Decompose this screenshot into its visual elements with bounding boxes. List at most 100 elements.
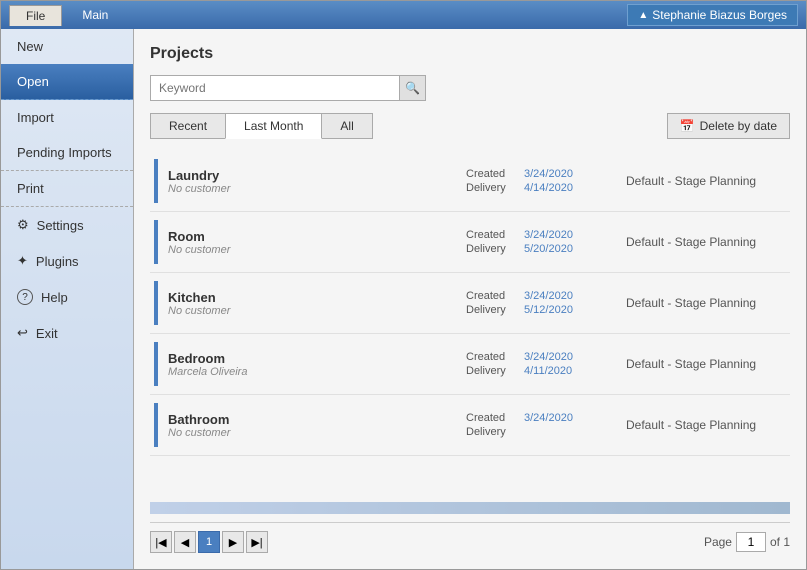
content-area: Projects 🔍 Recent Last Month All 📅 Delet… (134, 29, 806, 569)
prev-page-button[interactable]: ◀ (174, 531, 196, 553)
delivery-row: Delivery (466, 426, 606, 438)
table-row[interactable]: Kitchen No customer Created 3/24/2020 De… (150, 273, 790, 334)
created-date: 3/24/2020 (524, 229, 573, 241)
page-label: Page (704, 535, 732, 549)
help-icon: ? (17, 289, 33, 305)
project-accent-bar (154, 159, 158, 203)
title-tabs: File Main (9, 5, 124, 26)
tabs-row: Recent Last Month All 📅 Delete by date (150, 113, 790, 139)
project-accent-bar (154, 281, 158, 325)
project-dates: Created 3/24/2020 Delivery 5/12/2020 (466, 290, 606, 316)
open-label: Open (17, 74, 49, 89)
horizontal-scrollbar[interactable] (150, 502, 790, 514)
sidebar-item-new[interactable]: New (1, 29, 133, 64)
project-name: Kitchen (168, 290, 466, 305)
page-number-input[interactable] (736, 532, 766, 552)
sidebar-item-pending-imports[interactable]: Pending Imports (1, 135, 133, 171)
project-customer: Marcela Oliveira (168, 366, 466, 378)
created-row: Created 3/24/2020 (466, 412, 606, 424)
delivery-row: Delivery 4/14/2020 (466, 182, 606, 194)
search-button[interactable]: 🔍 (400, 75, 426, 101)
calendar-icon: 📅 (680, 119, 695, 133)
table-row[interactable]: Laundry No customer Created 3/24/2020 De… (150, 151, 790, 212)
pagination-controls: |◀ ◀ 1 ▶ ▶| (150, 531, 268, 553)
user-info: ▲ Stephanie Biazus Borges (627, 4, 798, 26)
help-label: Help (41, 290, 68, 305)
delivery-label: Delivery (466, 365, 516, 377)
project-name: Laundry (168, 168, 466, 183)
delivery-label: Delivery (466, 426, 516, 438)
sidebar: New Open Import Pending Imports Print ⚙ … (1, 29, 134, 569)
project-stage: Default - Stage Planning (626, 357, 786, 371)
file-tab[interactable]: File (9, 5, 62, 26)
settings-icon: ⚙ (17, 217, 29, 233)
project-accent-bar (154, 220, 158, 264)
delivery-date: 5/12/2020 (524, 304, 573, 316)
exit-icon: ↩ (17, 325, 28, 341)
search-bar: 🔍 (150, 75, 790, 101)
created-label: Created (466, 412, 516, 424)
created-row: Created 3/24/2020 (466, 290, 606, 302)
created-row: Created 3/24/2020 (466, 229, 606, 241)
sidebar-item-open[interactable]: Open (1, 64, 133, 100)
title-bar: File Main ▲ Stephanie Biazus Borges (1, 1, 806, 29)
created-label: Created (466, 229, 516, 241)
new-label: New (17, 39, 43, 54)
page-title: Projects (150, 45, 790, 63)
settings-label: Settings (37, 218, 84, 233)
created-date: 3/24/2020 (524, 351, 573, 363)
tab-recent[interactable]: Recent (150, 113, 225, 139)
search-input[interactable] (150, 75, 400, 101)
project-info: Kitchen No customer (168, 290, 466, 317)
project-stage: Default - Stage Planning (626, 296, 786, 310)
project-info: Laundry No customer (168, 168, 466, 195)
sidebar-item-help[interactable]: ? Help (1, 279, 133, 315)
delivery-row: Delivery 5/12/2020 (466, 304, 606, 316)
delivery-label: Delivery (466, 243, 516, 255)
main-tab[interactable]: Main (66, 5, 124, 26)
project-info: Bathroom No customer (168, 412, 466, 439)
pending-imports-label: Pending Imports (17, 145, 112, 160)
delivery-row: Delivery 5/20/2020 (466, 243, 606, 255)
sidebar-item-import[interactable]: Import (1, 100, 133, 135)
project-stage: Default - Stage Planning (626, 235, 786, 249)
project-customer: No customer (168, 305, 466, 317)
created-date: 3/24/2020 (524, 290, 573, 302)
delivery-date: 4/14/2020 (524, 182, 573, 194)
project-accent-bar (154, 342, 158, 386)
delete-by-date-button[interactable]: 📅 Delete by date (667, 113, 790, 139)
project-accent-bar (154, 403, 158, 447)
search-icon: 🔍 (405, 81, 420, 95)
first-page-button[interactable]: |◀ (150, 531, 172, 553)
pagination-info: Page of 1 (704, 532, 790, 552)
sidebar-item-exit[interactable]: ↩ Exit (1, 315, 133, 351)
table-row[interactable]: Room No customer Created 3/24/2020 Deliv… (150, 212, 790, 273)
import-label: Import (17, 110, 54, 125)
tab-last-month[interactable]: Last Month (225, 113, 322, 139)
tab-all[interactable]: All (322, 113, 372, 139)
project-info: Room No customer (168, 229, 466, 256)
table-row[interactable]: Bedroom Marcela Oliveira Created 3/24/20… (150, 334, 790, 395)
next-page-button[interactable]: ▶ (222, 531, 244, 553)
current-page-button[interactable]: 1 (198, 531, 220, 553)
project-name: Room (168, 229, 466, 244)
delete-by-date-label: Delete by date (700, 119, 777, 133)
delivery-date: 4/11/2020 (524, 365, 572, 377)
delivery-label: Delivery (466, 182, 516, 194)
sidebar-item-plugins[interactable]: ✦ Plugins (1, 243, 133, 279)
last-page-button[interactable]: ▶| (246, 531, 268, 553)
project-list: Laundry No customer Created 3/24/2020 De… (150, 151, 790, 498)
created-row: Created 3/24/2020 (466, 168, 606, 180)
table-row[interactable]: Bathroom No customer Created 3/24/2020 D… (150, 395, 790, 456)
print-label: Print (17, 181, 44, 196)
created-date: 3/24/2020 (524, 412, 573, 424)
project-stage: Default - Stage Planning (626, 174, 786, 188)
sidebar-item-print[interactable]: Print (1, 171, 133, 207)
project-info: Bedroom Marcela Oliveira (168, 351, 466, 378)
project-stage: Default - Stage Planning (626, 418, 786, 432)
sidebar-item-settings[interactable]: ⚙ Settings (1, 207, 133, 243)
project-name: Bathroom (168, 412, 466, 427)
project-name: Bedroom (168, 351, 466, 366)
project-dates: Created 3/24/2020 Delivery 4/11/2020 (466, 351, 606, 377)
chevron-up-icon: ▲ (638, 10, 648, 21)
